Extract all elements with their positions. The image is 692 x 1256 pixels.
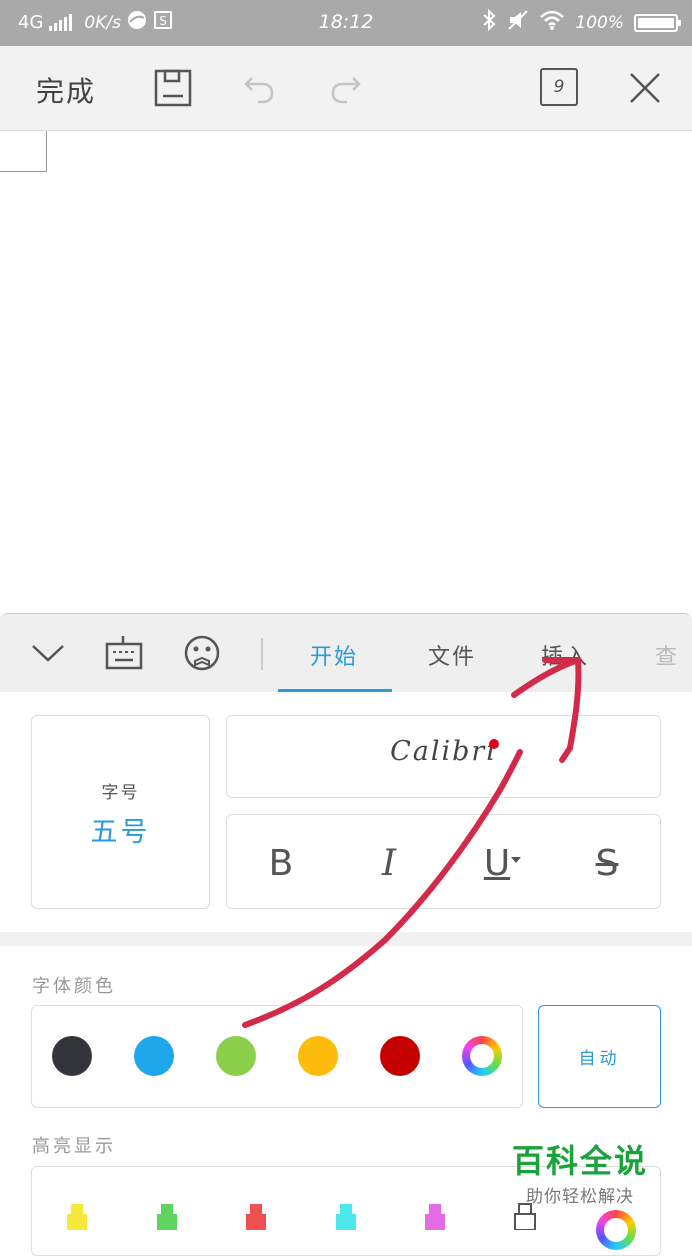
color-swatch-yellow[interactable]	[298, 1036, 338, 1076]
page-count-button[interactable]: 9	[540, 68, 578, 106]
bold-button[interactable]: B	[251, 837, 311, 889]
color-wheel-icon[interactable]	[462, 1036, 502, 1076]
color-swatch-blue[interactable]	[134, 1036, 174, 1076]
section-divider	[0, 932, 692, 946]
highlighter-magenta-icon[interactable]	[422, 1200, 448, 1234]
battery-percent: 100%	[575, 12, 624, 33]
mute-icon	[507, 9, 529, 36]
font-name: Calibri	[390, 736, 497, 767]
watermark-logo: 百科全说 助你轻松解决	[500, 1136, 660, 1207]
done-button[interactable]: 完成	[36, 70, 96, 110]
highlighter-green-icon[interactable]	[154, 1200, 180, 1234]
format-buttons-card: B I U S	[226, 814, 661, 909]
status-right: 100%	[481, 8, 681, 36]
tab-file[interactable]: 文件	[428, 639, 476, 671]
watermark-subtitle: 助你轻松解决	[526, 1187, 634, 1207]
status-bar: 4G 0K/s S 18:12 100%	[0, 0, 692, 46]
document-canvas[interactable]	[0, 131, 692, 613]
editor-toolbar: 完成 9	[0, 46, 692, 131]
tab-review[interactable]: 查	[655, 639, 679, 671]
save-icon[interactable]	[153, 68, 193, 108]
auto-color-button[interactable]: 自动	[538, 1005, 661, 1108]
chevron-down-icon[interactable]	[30, 638, 66, 672]
highlight-label: 高亮显示	[32, 1136, 116, 1157]
battery-icon	[634, 13, 681, 32]
page-margin-marker	[0, 131, 47, 172]
redo-icon[interactable]	[325, 68, 365, 108]
ribbon-divider	[261, 638, 263, 670]
ribbon-bar: 开始 文件 插入 查	[0, 613, 692, 693]
italic-button[interactable]: I	[359, 837, 419, 889]
font-color-label: 字体颜色	[32, 976, 116, 997]
keyboard-icon[interactable]	[105, 636, 143, 674]
underline-dropdown-icon[interactable]	[511, 857, 521, 863]
close-icon[interactable]	[625, 68, 665, 108]
highlight-color-wheel-icon[interactable]	[596, 1210, 636, 1250]
font-size-card[interactable]: 字号 五号	[31, 715, 210, 909]
undo-icon[interactable]	[240, 68, 280, 108]
wifi-icon	[539, 9, 565, 36]
highlighter-yellow-icon[interactable]	[64, 1200, 90, 1234]
color-swatch-card	[31, 1005, 523, 1108]
color-swatch-green[interactable]	[216, 1036, 256, 1076]
color-swatch-black[interactable]	[52, 1036, 92, 1076]
color-swatch-red[interactable]	[380, 1036, 420, 1076]
strikethrough-button[interactable]: S	[577, 837, 637, 889]
highlighter-cyan-icon[interactable]	[333, 1200, 359, 1234]
watermark-title: 百科全说	[511, 1142, 648, 1180]
underline-button[interactable]: U	[467, 837, 527, 889]
tab-start[interactable]: 开始	[310, 639, 358, 671]
tab-insert[interactable]: 插入	[541, 639, 589, 671]
font-name-card[interactable]: Calibri	[226, 715, 661, 798]
font-size-value: 五号	[90, 817, 151, 848]
emoji-icon[interactable]	[183, 634, 221, 676]
highlighter-red-icon[interactable]	[243, 1200, 269, 1234]
bluetooth-icon	[481, 8, 497, 36]
font-size-label: 字号	[101, 783, 140, 803]
